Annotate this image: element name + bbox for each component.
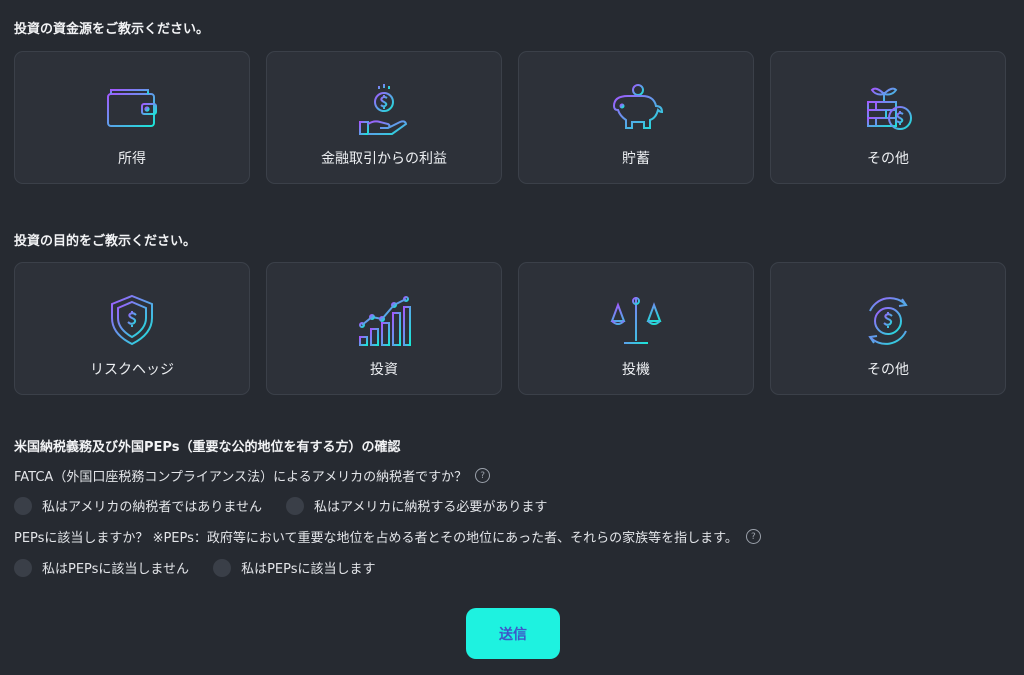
hand-coin-icon xyxy=(356,82,412,138)
purpose-section-title: 投資の目的をご教示ください。 xyxy=(14,234,197,249)
radio-label: 私はアメリカの納税者ではありません xyxy=(42,500,262,515)
radio-label: 私はPEPsに該当します xyxy=(241,562,376,577)
purpose-option-label: 投機 xyxy=(622,362,650,378)
purpose-option-other[interactable]: その他 xyxy=(770,262,1006,395)
fatca-question: FATCA（外国口座税務コンプライアンス法）によるアメリカの納税者ですか？ ? xyxy=(14,466,491,485)
plant-money-icon xyxy=(860,82,916,138)
purpose-option-speculation[interactable]: 投機 xyxy=(518,262,754,395)
source-option-label: その他 xyxy=(867,151,909,167)
growth-chart-icon xyxy=(356,293,412,349)
source-section-title: 投資の資金源をご教示ください。 xyxy=(14,22,210,37)
purpose-option-investment[interactable]: 投資 xyxy=(266,262,502,395)
purpose-option-risk-hedge[interactable]: リスクヘッジ xyxy=(14,262,250,395)
radio-label: 私はアメリカに納税する必要があります xyxy=(313,500,548,515)
purpose-options: リスクヘッジ 投資 投機 その他 xyxy=(14,262,1006,395)
source-option-trading-profit[interactable]: 金融取引からの利益 xyxy=(266,51,502,184)
radio-label: 私はPEPsに該当しません xyxy=(42,562,190,577)
fatca-options: 私はアメリカの納税者ではありません 私はアメリカに納税する必要があります xyxy=(14,496,547,515)
radio-circle[interactable] xyxy=(285,496,304,515)
purpose-option-label: その他 xyxy=(867,362,909,378)
source-option-other[interactable]: その他 xyxy=(770,51,1006,184)
piggy-bank-icon xyxy=(608,82,664,138)
peps-option-not-peps[interactable]: 私はPEPsに該当しません xyxy=(14,558,189,577)
dollar-cycle-icon xyxy=(860,293,916,349)
confirmation-title: 米国納税義務及び外国PEPs（重要な公的地位を有する方）の確認 xyxy=(14,440,401,455)
peps-option-is-peps[interactable]: 私はPEPsに該当します xyxy=(213,558,376,577)
radio-circle[interactable] xyxy=(14,496,32,515)
source-option-label: 貯蓄 xyxy=(622,151,650,167)
shield-dollar-icon xyxy=(104,293,160,349)
peps-question: PEPsに該当しますか？ ※PEPs：政府等において重要な地位を占める者とその地… xyxy=(14,527,761,546)
radio-circle[interactable] xyxy=(14,558,32,577)
peps-question-text: PEPsに該当しますか？ ※PEPs：政府等において重要な地位を占める者とその地… xyxy=(14,531,738,546)
fatca-question-text: FATCA（外国口座税務コンプライアンス法）によるアメリカの納税者ですか？ xyxy=(14,470,468,485)
source-option-label: 所得 xyxy=(118,151,146,167)
peps-options: 私はPEPsに該当しません 私はPEPsに該当します xyxy=(14,558,376,577)
radio-circle[interactable] xyxy=(213,558,232,577)
source-option-savings[interactable]: 貯蓄 xyxy=(518,51,754,184)
purpose-option-label: リスクヘッジ xyxy=(90,362,174,378)
fatca-option-not-taxpayer[interactable]: 私はアメリカの納税者ではありません xyxy=(14,496,262,515)
submit-button[interactable]: 送信 xyxy=(466,608,560,659)
wallet-icon xyxy=(104,82,160,138)
source-options: 所得 金融取引からの利益 貯蓄 その他 xyxy=(14,51,1006,184)
fatca-option-taxpayer[interactable]: 私はアメリカに納税する必要があります xyxy=(285,496,548,515)
balance-scale-icon xyxy=(608,293,664,349)
help-icon[interactable]: ? xyxy=(475,468,491,483)
source-option-income[interactable]: 所得 xyxy=(14,51,250,184)
help-icon[interactable]: ? xyxy=(745,529,761,544)
purpose-option-label: 投資 xyxy=(370,362,398,378)
source-option-label: 金融取引からの利益 xyxy=(321,151,447,167)
